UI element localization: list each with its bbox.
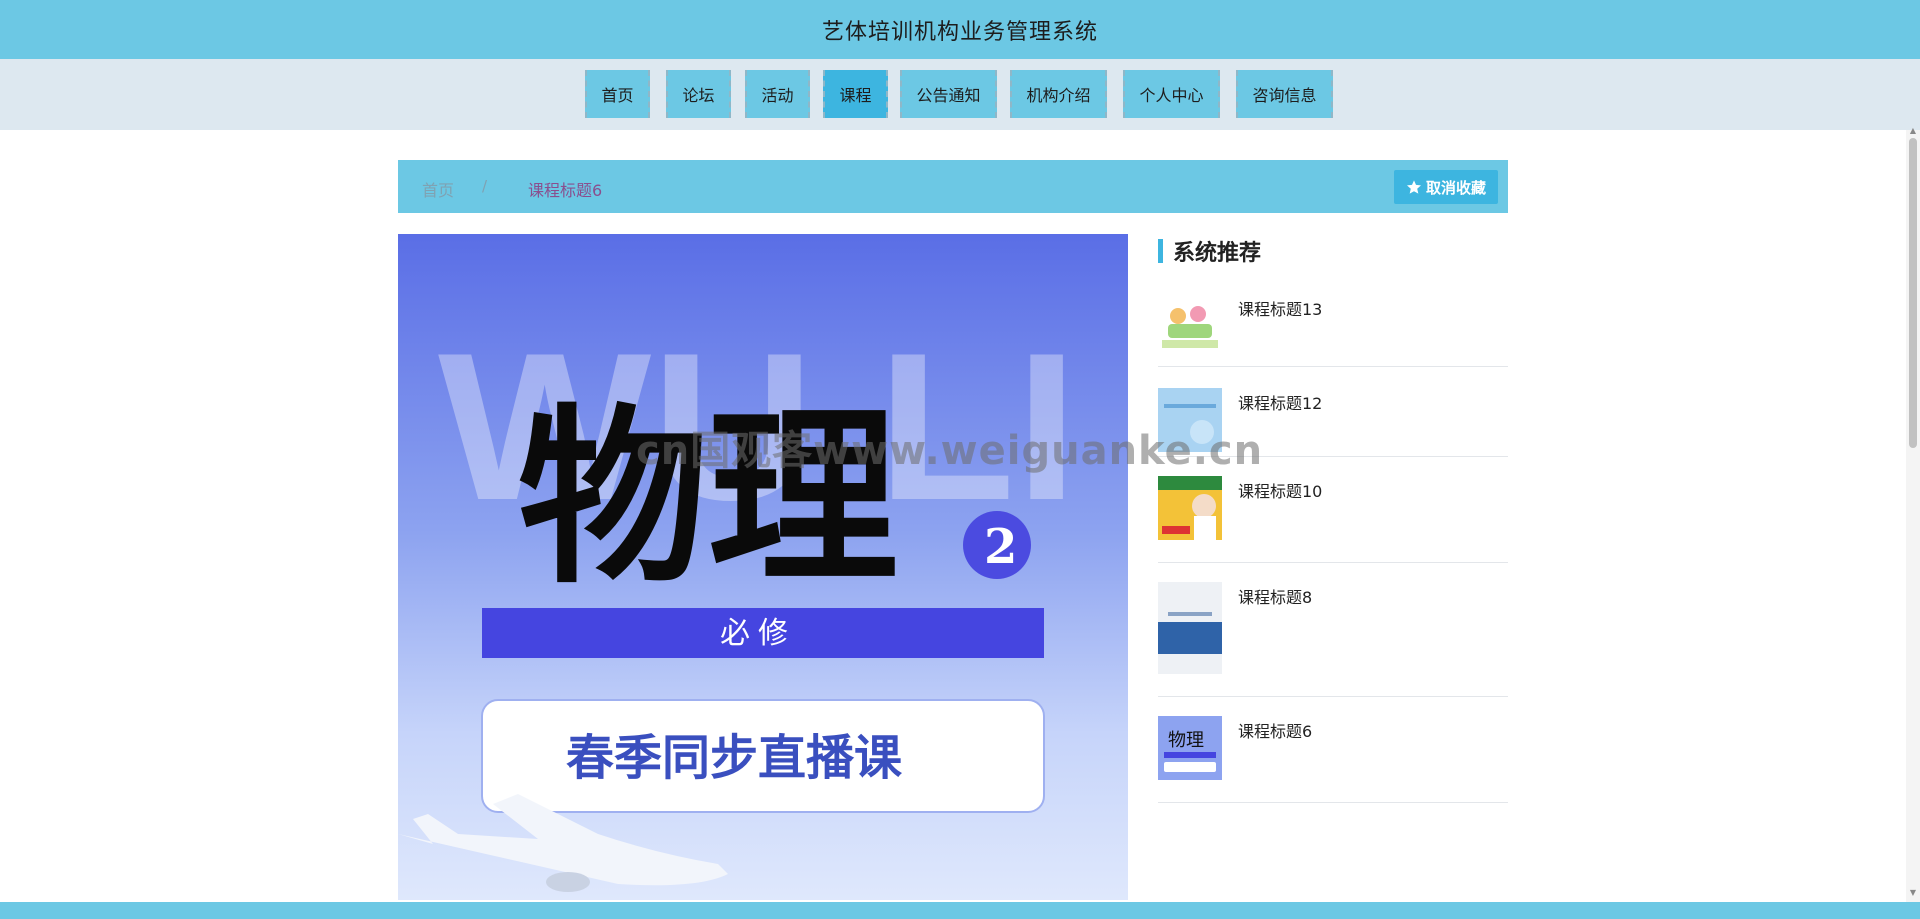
unfavorite-button[interactable]: 取消收藏 bbox=[1393, 170, 1498, 204]
poster-band: 必修 bbox=[720, 616, 796, 651]
main-nav: 首页 论坛 活动 课程 公告通知 机构介绍 个人中心 咨询信息 bbox=[0, 59, 1920, 130]
nav-item-forum[interactable]: 论坛 bbox=[666, 70, 731, 118]
recommend-thumb: 物理 bbox=[1158, 716, 1222, 780]
recommend-item-name: 课程标题8 bbox=[1238, 588, 1313, 607]
svg-text:物理: 物理 bbox=[1168, 730, 1204, 751]
nav-item-consult[interactable]: 咨询信息 bbox=[1236, 70, 1333, 118]
nav-item-profile[interactable]: 个人中心 bbox=[1123, 70, 1220, 118]
course-main-image: WU LI 物理 2 必修 春季同步直播课 bbox=[398, 234, 1128, 900]
site-title: 艺体培训机构业务管理系统 bbox=[821, 19, 1098, 45]
poster-title: 物理 bbox=[518, 386, 898, 609]
recommend-item-6[interactable]: 物理 课程标题6 bbox=[1158, 696, 1508, 803]
nav-item-about[interactable]: 机构介绍 bbox=[1010, 70, 1107, 118]
scrollbar-thumb[interactable] bbox=[1909, 138, 1917, 448]
breadcrumb: 首页 / 课程标题6 取消收藏 bbox=[398, 160, 1508, 213]
scroll-up-arrow-icon[interactable]: ▲ bbox=[1907, 126, 1919, 135]
top-header: 艺体培训机构业务管理系统 bbox=[0, 0, 1920, 59]
poster-badge: 2 bbox=[984, 519, 1017, 575]
unfavorite-label: 取消收藏 bbox=[1425, 178, 1486, 197]
nav-item-course[interactable]: 课程 bbox=[823, 70, 888, 118]
breadcrumb-current: 课程标题6 bbox=[528, 181, 603, 200]
recommend-thumb bbox=[1158, 476, 1222, 540]
recommend-title: 系统推荐 bbox=[1173, 241, 1262, 266]
nav-item-activity[interactable]: 活动 bbox=[745, 70, 810, 118]
breadcrumb-home-link[interactable]: 首页 bbox=[422, 177, 454, 201]
recommend-item-13[interactable]: 课程标题13 bbox=[1158, 286, 1508, 367]
breadcrumb-separator: / bbox=[482, 177, 488, 195]
nav-item-home[interactable]: 首页 bbox=[585, 70, 650, 118]
recommend-item-name: 课程标题6 bbox=[1238, 722, 1313, 741]
poster-card: 春季同步直播课 bbox=[566, 730, 903, 786]
star-icon bbox=[1406, 180, 1421, 194]
recommend-item-name: 课程标题12 bbox=[1238, 394, 1323, 413]
recommend-thumb bbox=[1158, 582, 1222, 674]
recommend-item-10[interactable]: 课程标题10 bbox=[1158, 456, 1508, 563]
recommend-item-12[interactable]: 课程标题12 bbox=[1158, 366, 1508, 457]
recommend-header: 系统推荐 bbox=[1158, 238, 1262, 266]
recommend-accent-bar bbox=[1158, 239, 1163, 263]
recommend-item-8[interactable]: 课程标题8 bbox=[1158, 562, 1508, 697]
footer-strip bbox=[0, 902, 1920, 919]
nav-item-notice[interactable]: 公告通知 bbox=[900, 70, 997, 118]
course-poster: WU LI 物理 2 必修 春季同步直播课 bbox=[398, 309, 1078, 892]
recommend-thumb bbox=[1158, 388, 1222, 452]
scroll-down-arrow-icon[interactable]: ▼ bbox=[1907, 888, 1919, 897]
recommend-item-name: 课程标题13 bbox=[1238, 300, 1323, 319]
recommend-item-name: 课程标题10 bbox=[1238, 482, 1323, 501]
recommend-thumb bbox=[1158, 294, 1222, 354]
